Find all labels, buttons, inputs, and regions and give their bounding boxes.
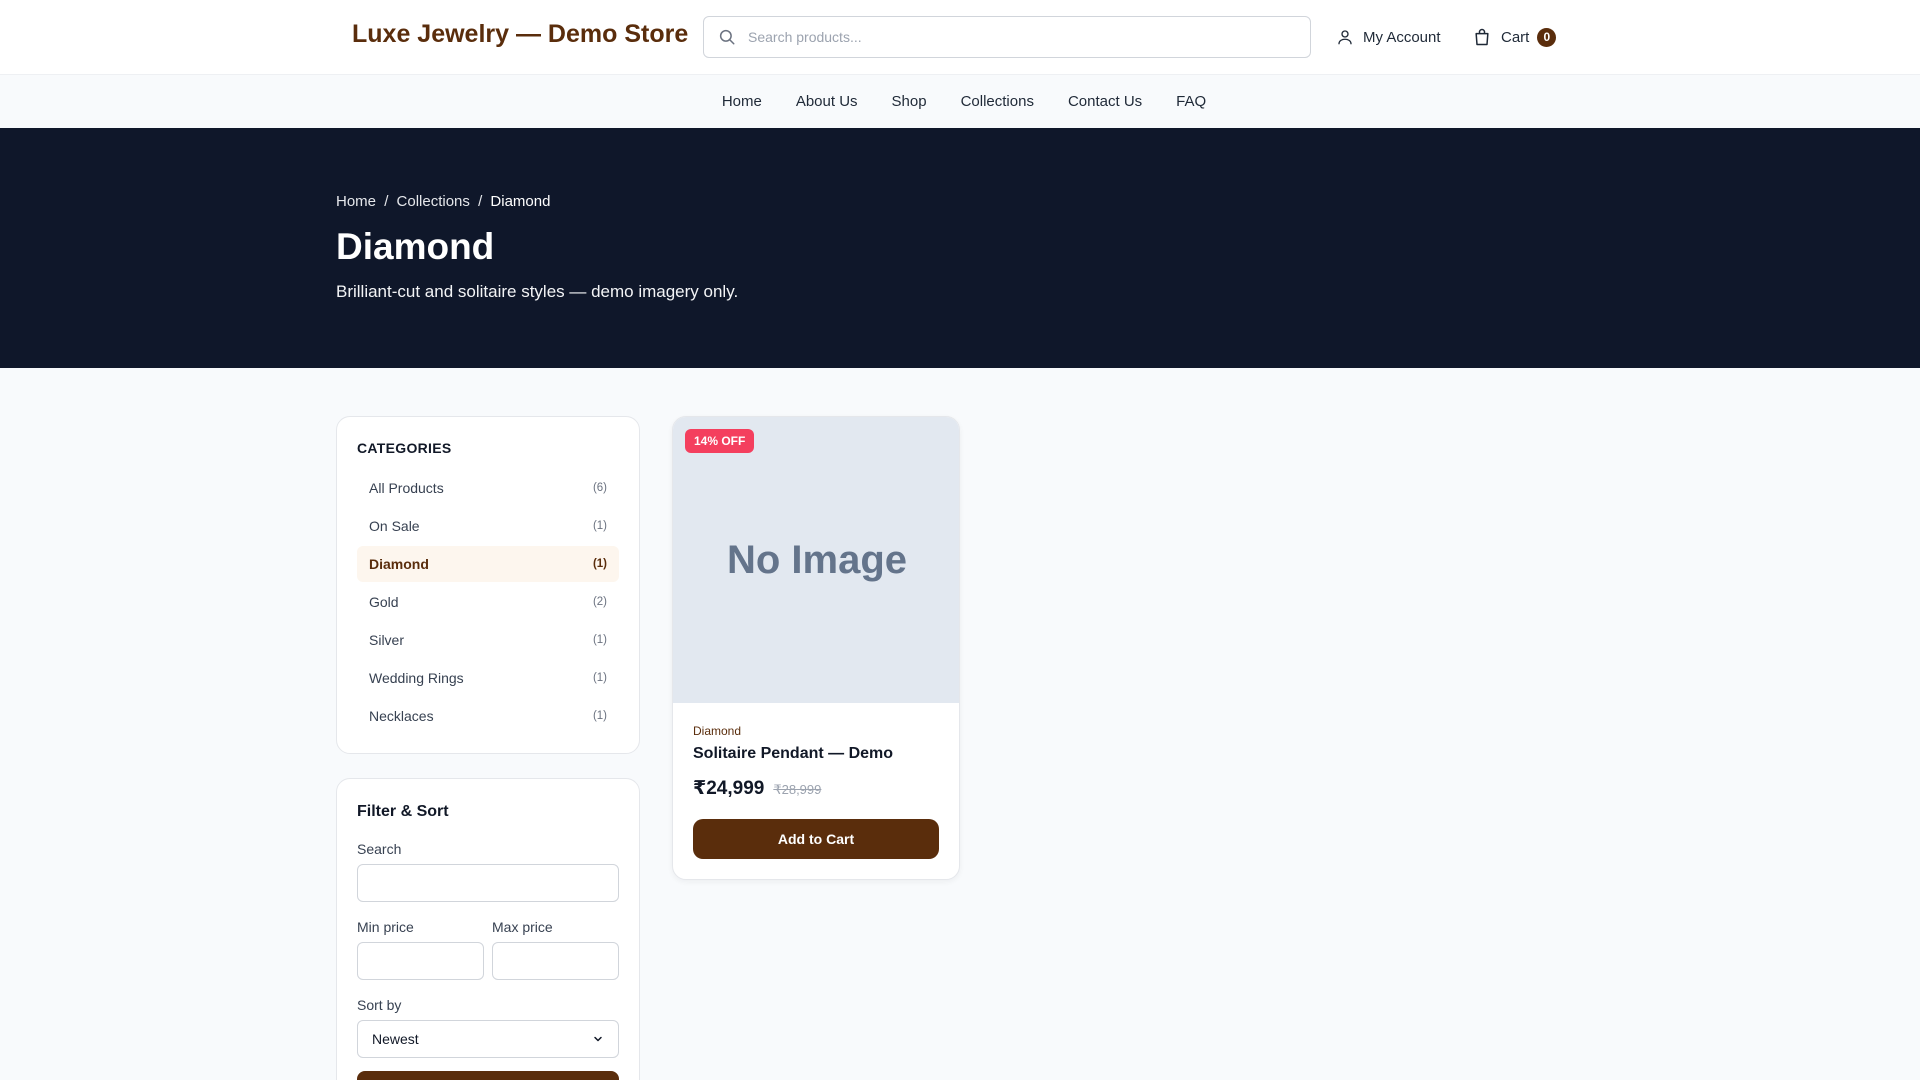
- store-logo[interactable]: Luxe Jewelry — Demo Store: [352, 20, 688, 49]
- my-account-label: My Account: [1363, 28, 1441, 46]
- category-label: Necklaces: [369, 708, 434, 724]
- breadcrumb-separator: /: [478, 193, 483, 210]
- category-label: On Sale: [369, 518, 420, 534]
- category-item-necklaces[interactable]: Necklaces (1): [357, 698, 619, 734]
- search-icon: [719, 29, 735, 45]
- nav-about-us[interactable]: About Us: [796, 93, 858, 110]
- max-price-input[interactable]: [492, 942, 619, 980]
- categories-panel: CATEGORIES All Products (6) On Sale (1) …: [336, 416, 640, 754]
- current-price: ₹24,999: [693, 778, 765, 799]
- product-card: No Image 14% OFF Diamond Solitaire Penda…: [672, 416, 960, 880]
- nav-faq[interactable]: FAQ: [1176, 93, 1206, 110]
- categories-heading: CATEGORIES: [357, 440, 452, 456]
- category-label: Diamond: [369, 556, 429, 572]
- breadcrumb-home[interactable]: Home: [336, 193, 376, 210]
- discount-badge: 14% OFF: [685, 429, 755, 453]
- breadcrumb-separator: /: [384, 193, 389, 210]
- collection-hero: Home / Collections / Diamond Diamond Bri…: [0, 128, 1920, 368]
- category-count: (2): [592, 596, 607, 608]
- breadcrumb: Home / Collections / Diamond: [336, 193, 550, 210]
- main-nav: Home About Us Shop Collections Contact U…: [0, 74, 1920, 128]
- page-title: Diamond: [336, 226, 495, 267]
- product-category: Diamond: [693, 724, 742, 738]
- add-to-cart-button[interactable]: Add to Cart: [693, 819, 939, 859]
- nav-home[interactable]: Home: [722, 93, 762, 110]
- category-count: (1): [592, 520, 607, 532]
- min-price-label: Min price: [357, 919, 414, 935]
- category-item-diamond[interactable]: Diamond (1): [357, 546, 619, 582]
- cart-count-badge: 0: [1537, 27, 1557, 47]
- category-item-wedding-rings[interactable]: Wedding Rings (1): [357, 660, 619, 696]
- category-item-silver[interactable]: Silver (1): [357, 622, 619, 658]
- max-price-label: Max price: [492, 919, 553, 935]
- category-count: (1): [592, 634, 607, 646]
- chevron-down-icon: [594, 1036, 602, 1042]
- page-subtitle: Brilliant-cut and solitaire styles — dem…: [336, 282, 739, 301]
- search-filter-input[interactable]: [357, 864, 619, 902]
- category-count: (1): [592, 672, 607, 684]
- filter-sort-title: Filter & Sort: [357, 803, 449, 820]
- nav-shop[interactable]: Shop: [892, 93, 927, 110]
- category-count: (1): [592, 710, 607, 722]
- sort-by-select[interactable]: Newest: [357, 1020, 619, 1058]
- search-input[interactable]: [748, 19, 1288, 55]
- product-price: ₹24,999 ₹28,999: [693, 777, 821, 800]
- category-item-on-sale[interactable]: On Sale (1): [357, 508, 619, 544]
- search-filter-label: Search: [357, 841, 402, 857]
- product-name[interactable]: Solitaire Pendant — Demo: [693, 745, 893, 763]
- site-header: Luxe Jewelry — Demo Store My Account Car…: [0, 0, 1920, 74]
- original-price: ₹28,999: [773, 782, 822, 797]
- breadcrumb-current: Diamond: [490, 193, 551, 210]
- product-image-placeholder[interactable]: No Image: [673, 417, 959, 703]
- cart-label: Cart: [1501, 28, 1530, 46]
- category-item-all-products[interactable]: All Products (6): [357, 470, 619, 506]
- category-count: (6): [592, 482, 607, 494]
- cart-link[interactable]: Cart 0: [1472, 24, 1557, 50]
- category-count: (1): [592, 558, 607, 570]
- category-label: Silver: [369, 632, 405, 648]
- nav-collections[interactable]: Collections: [961, 93, 1034, 110]
- category-label: All Products: [369, 480, 444, 496]
- min-price-input[interactable]: [357, 942, 484, 980]
- breadcrumb-collections[interactable]: Collections: [397, 193, 470, 210]
- category-list: All Products (6) On Sale (1) Diamond (1)…: [357, 470, 619, 736]
- shopping-bag-icon: [1475, 28, 1489, 46]
- category-item-gold[interactable]: Gold (2): [357, 584, 619, 620]
- sort-selected-value: Newest: [372, 1031, 419, 1047]
- apply-filters-button[interactable]: [357, 1071, 619, 1080]
- user-icon: [1338, 30, 1352, 45]
- header-search[interactable]: [703, 16, 1311, 58]
- category-label: Gold: [369, 594, 399, 610]
- sort-by-label: Sort by: [357, 997, 402, 1013]
- filter-sort-panel: Filter & Sort Search Min price Max price…: [336, 778, 640, 1080]
- category-label: Wedding Rings: [369, 670, 464, 686]
- my-account-link[interactable]: My Account: [1336, 24, 1441, 50]
- nav-contact-us[interactable]: Contact Us: [1068, 93, 1142, 110]
